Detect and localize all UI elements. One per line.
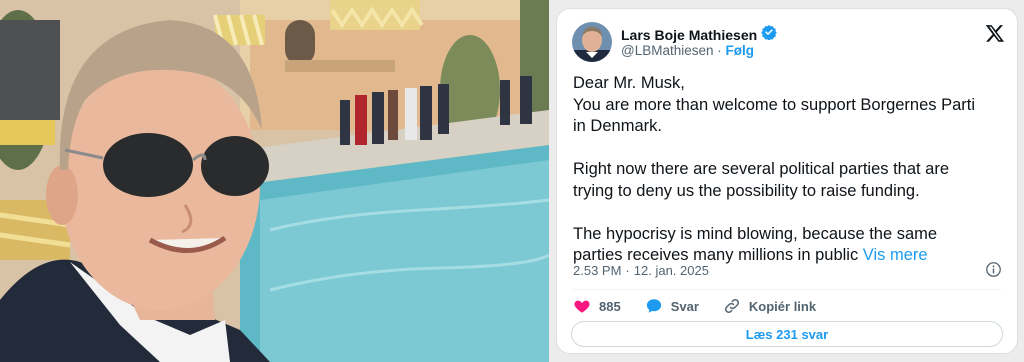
tweet-text-line: trying to deny us the possibility to rai…	[573, 181, 920, 200]
read-replies-button[interactable]: Læs 231 svar	[571, 321, 1003, 347]
copy-link-button[interactable]: Kopiér link	[723, 297, 816, 315]
show-more-link[interactable]: Vis mere	[863, 246, 928, 264]
selfie-photo	[0, 0, 549, 362]
tweet-text-line: Dear Mr. Musk,	[573, 74, 685, 92]
x-logo-icon[interactable]	[985, 23, 1005, 48]
tweet-text-line: in Denmark.	[573, 117, 662, 135]
avatar-image	[572, 22, 612, 62]
like-count: 885	[599, 298, 621, 314]
handle-separator: ·	[717, 43, 722, 58]
selfie-image	[0, 0, 549, 362]
tweet-actions: 885 Svar Kopiér link	[573, 297, 840, 315]
author-avatar[interactable]	[572, 22, 612, 62]
follow-button[interactable]: Følg	[726, 43, 755, 58]
tweet-time: 2.53 PM	[573, 263, 622, 278]
divider	[573, 289, 1001, 290]
like-button[interactable]: 885	[573, 297, 621, 315]
reply-button[interactable]: Svar	[645, 297, 699, 315]
tweet-card: Lars Boje Mathiesen @LBMathiesen · Følg …	[556, 8, 1018, 354]
tweet-timestamp[interactable]: 2.53 PM · 12. jan. 2025	[573, 263, 709, 278]
heart-icon	[574, 300, 590, 313]
tweet-text-line: parties receives many millions in public	[573, 246, 859, 264]
tweet-text-line: Right now there are several political pa…	[573, 160, 950, 178]
author-name[interactable]: Lars Boje Mathiesen	[621, 27, 757, 43]
copy-link-label: Kopiér link	[748, 298, 817, 314]
author-name-row: Lars Boje Mathiesen	[621, 24, 777, 45]
tweet-text: Dear Mr. Musk, You are more than welcome…	[573, 73, 1013, 267]
author-handle[interactable]: @LBMathiesen	[621, 43, 714, 58]
info-icon[interactable]	[985, 261, 1002, 283]
tweet-text-line: You are more than welcome to support Bor…	[573, 95, 976, 114]
reply-label: Svar	[670, 298, 699, 314]
reply-bubble-icon	[646, 299, 661, 313]
link-icon	[724, 298, 739, 314]
tweet-date: 12. jan. 2025	[633, 263, 709, 278]
timestamp-separator: ·	[625, 263, 630, 278]
author-handle-row: @LBMathiesen · Følg	[621, 43, 754, 58]
verified-badge-icon	[761, 24, 777, 45]
tweet-text-line: The hypocrisy is mind blowing, because t…	[573, 224, 938, 243]
